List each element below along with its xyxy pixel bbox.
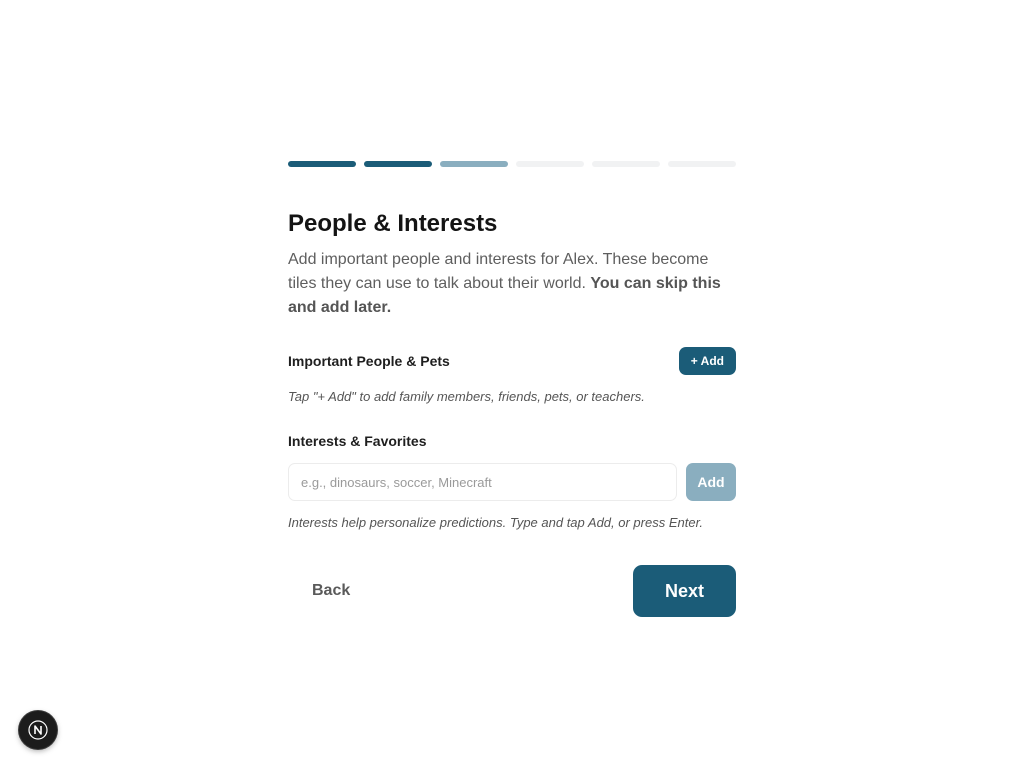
- interests-hint: Interests help personalize predictions. …: [288, 515, 704, 530]
- progress-step-6: [668, 161, 736, 167]
- next-button[interactable]: Next: [633, 565, 736, 617]
- interest-input-row: Add: [288, 463, 736, 501]
- progress-step-4: [516, 161, 584, 167]
- progress-step-5: [592, 161, 660, 167]
- interests-section-label: Interests & Favorites: [288, 433, 427, 449]
- back-button[interactable]: Back: [288, 565, 374, 617]
- onboarding-card: People & Interests Add important people …: [288, 161, 736, 617]
- interest-input[interactable]: [288, 463, 677, 501]
- add-interest-button[interactable]: Add: [686, 463, 736, 501]
- add-person-button[interactable]: + Add: [678, 347, 736, 375]
- progress-step-1: [288, 161, 356, 167]
- intro-text: Add important people and interests for A…: [288, 248, 736, 320]
- progress-step-3: [440, 161, 508, 167]
- dev-tools-badge[interactable]: [19, 711, 57, 749]
- step-progress: [288, 161, 736, 167]
- next-logo-icon: [28, 720, 48, 740]
- people-section-header: Important People & Pets + Add: [288, 347, 736, 375]
- progress-step-2: [364, 161, 432, 167]
- people-section-label: Important People & Pets: [288, 353, 450, 369]
- wizard-navigation: Back Next: [288, 565, 736, 617]
- onboarding-page: People & Interests Add important people …: [0, 0, 1024, 768]
- people-hint: Tap "+ Add" to add family members, frien…: [288, 389, 645, 404]
- page-title: People & Interests: [288, 210, 498, 237]
